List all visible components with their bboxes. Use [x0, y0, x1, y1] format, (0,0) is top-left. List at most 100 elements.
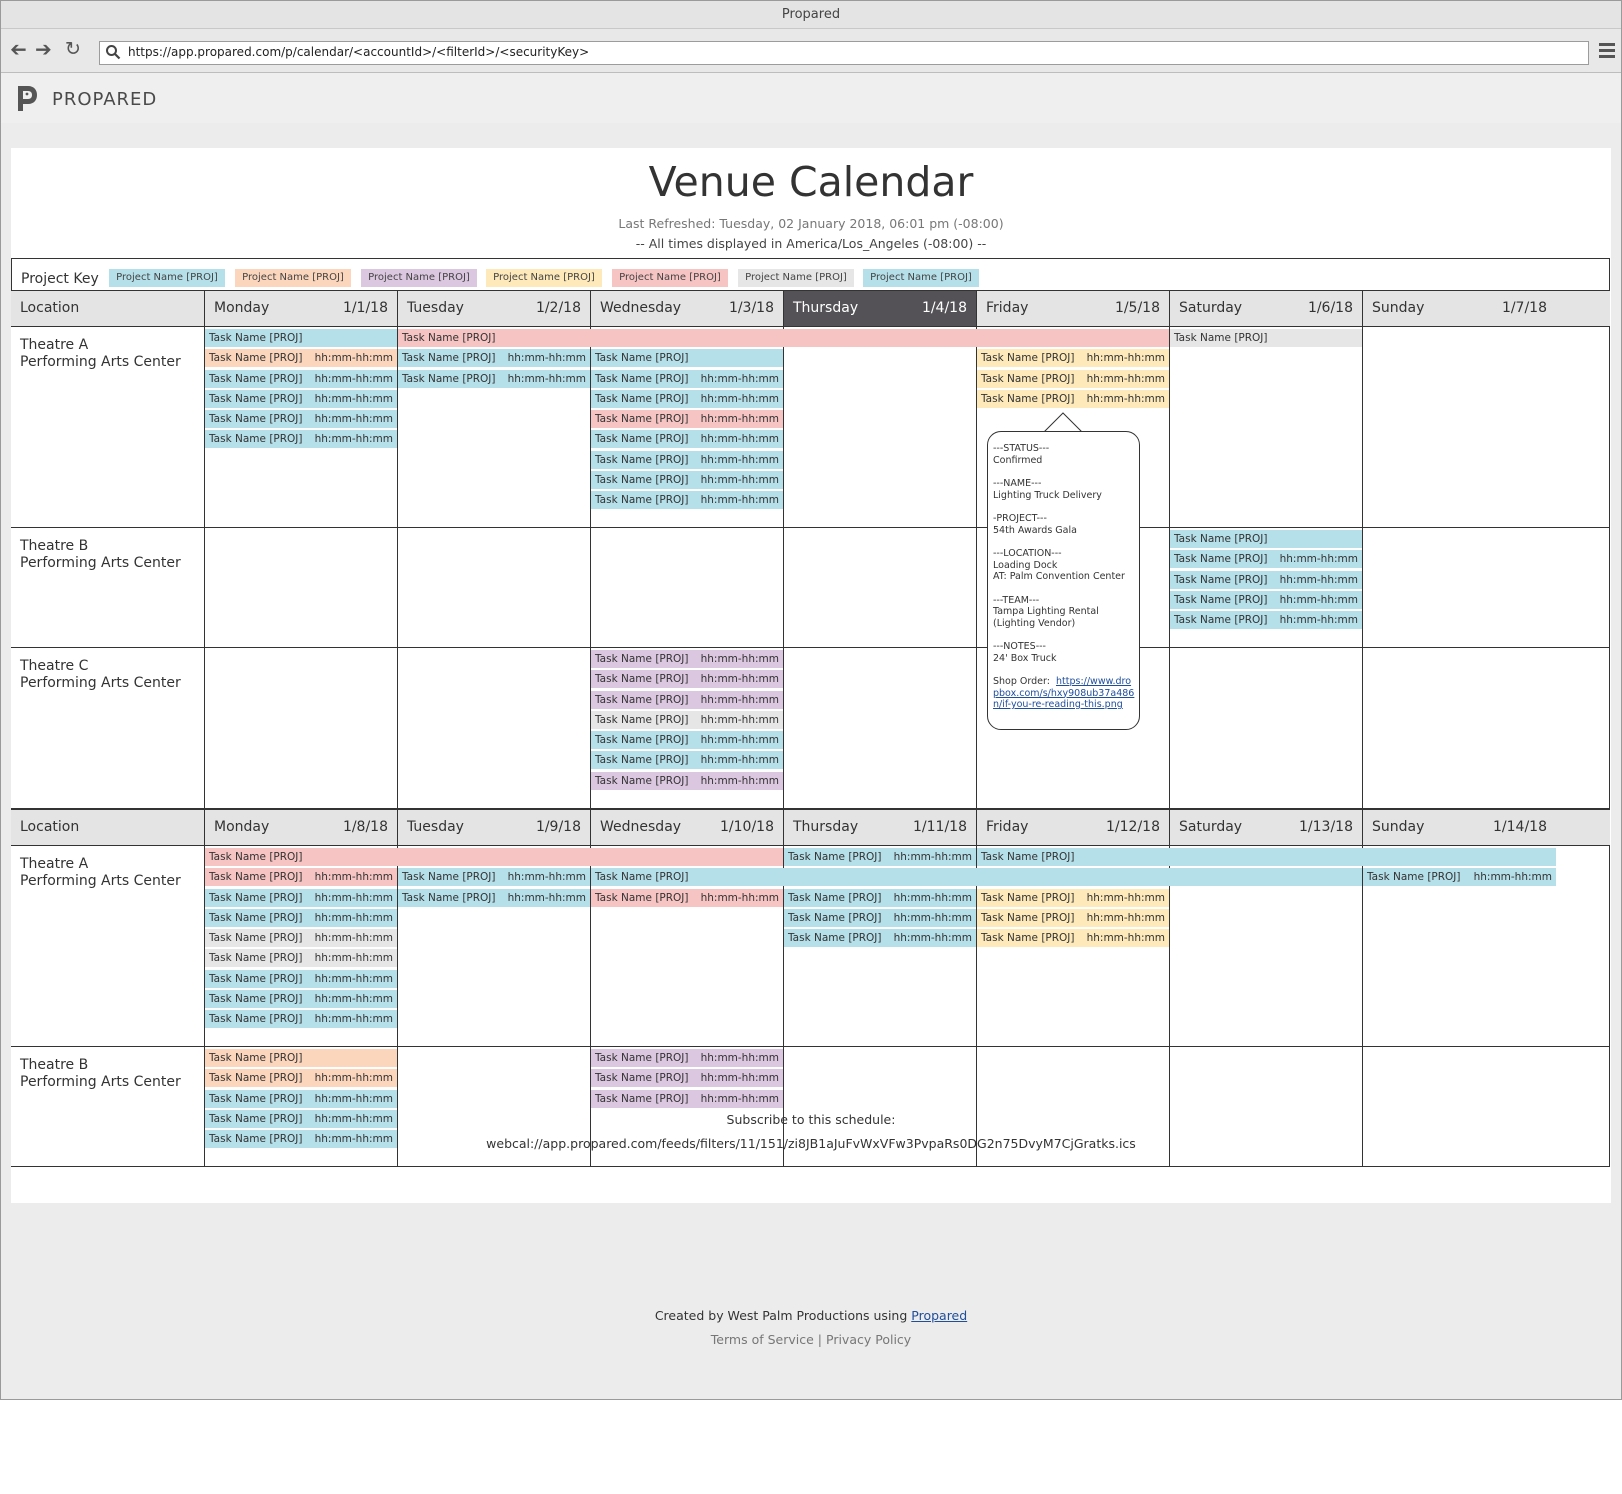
task-block[interactable]: Task Name [PROJ] hh:mm-hh:mm: [591, 751, 783, 769]
propared-logo-icon[interactable]: [15, 83, 39, 113]
task-block[interactable]: Task Name [PROJ] hh:mm-hh:mm: [205, 990, 397, 1008]
task-block[interactable]: Task Name [PROJ]: [205, 1049, 397, 1067]
task-block[interactable]: Task Name [PROJ] hh:mm-hh:mm: [591, 370, 783, 388]
task-block[interactable]: Task Name [PROJ] hh:mm-hh:mm: [205, 1069, 397, 1087]
task-name: Task Name [PROJ]: [595, 653, 689, 665]
task-block[interactable]: Task Name [PROJ] hh:mm-hh:mm: [205, 1010, 397, 1028]
footer-propared-link[interactable]: Propared: [911, 1308, 967, 1323]
task-block[interactable]: Task Name [PROJ] hh:mm-hh:mm: [398, 889, 590, 907]
last-refreshed: Last Refreshed: Tuesday, 02 January 2018…: [618, 216, 1004, 231]
venue-row: Theatre B Performing Arts Center Task Name…: [11, 528, 1610, 648]
task-block[interactable]: Task Name [PROJ] hh:mm-hh:mm: [784, 909, 976, 927]
task-name: Task Name [PROJ]: [595, 714, 689, 726]
venue-label[interactable]: Theatre B Performing Arts Center: [20, 1057, 181, 1091]
task-block[interactable]: Task Name [PROJ] hh:mm-hh:mm: [591, 430, 783, 448]
project-key-chip[interactable]: Project Name [PROJ]: [486, 269, 602, 287]
task-block[interactable]: Task Name [PROJ] hh:mm-hh:mm: [591, 650, 783, 668]
venue-label[interactable]: Theatre C Performing Arts Center: [20, 658, 181, 692]
task-block[interactable]: Task Name [PROJ] hh:mm-hh:mm: [591, 491, 783, 509]
week-header: Location Monday 1/8/18 Tuesday 1/9/18 Wednesd…: [11, 809, 1610, 846]
address-bar[interactable]: https://app.propared.com/p/calendar/<acc…: [99, 41, 1589, 65]
task-name: Task Name [PROJ]: [595, 754, 689, 766]
task-block[interactable]: Task Name [PROJ]: [591, 349, 783, 367]
task-block[interactable]: Task Name [PROJ]: [398, 329, 1169, 347]
task-block[interactable]: Task Name [PROJ] hh:mm-hh:mm: [1170, 591, 1362, 609]
reload-icon[interactable]: ↻: [65, 39, 81, 59]
task-block[interactable]: Task Name [PROJ] hh:mm-hh:mm: [784, 889, 976, 907]
task-block[interactable]: Task Name [PROJ] hh:mm-hh:mm: [205, 1090, 397, 1108]
project-key-chip[interactable]: Project Name [PROJ]: [863, 269, 979, 287]
venue-place: Performing Arts Center: [20, 675, 181, 691]
task-block[interactable]: Task Name [PROJ] hh:mm-hh:mm: [977, 889, 1169, 907]
back-arrow-icon[interactable]: ➔: [10, 37, 27, 61]
task-block[interactable]: Task Name [PROJ] hh:mm-hh:mm: [205, 909, 397, 927]
project-key-chip[interactable]: Project Name [PROJ]: [612, 269, 728, 287]
task-block[interactable]: Task Name [PROJ] hh:mm-hh:mm: [205, 430, 397, 448]
task-block[interactable]: Task Name [PROJ] hh:mm-hh:mm: [591, 691, 783, 709]
task-block[interactable]: Task Name [PROJ]: [205, 848, 783, 866]
popup-team-heading: ---TEAM---: [993, 594, 1040, 606]
task-block[interactable]: Task Name [PROJ]: [1170, 329, 1362, 347]
project-key-chip[interactable]: Project Name [PROJ]: [738, 269, 854, 287]
task-block[interactable]: Task Name [PROJ] hh:mm-hh:mm: [205, 410, 397, 428]
task-block[interactable]: Task Name [PROJ] hh:mm-hh:mm: [398, 370, 590, 388]
venue-label[interactable]: Theatre A Performing Arts Center: [20, 856, 181, 890]
task-block[interactable]: Task Name [PROJ] hh:mm-hh:mm: [591, 670, 783, 688]
venue-label[interactable]: Theatre A Performing Arts Center: [20, 337, 181, 371]
task-block[interactable]: Task Name [PROJ] hh:mm-hh:mm: [591, 711, 783, 729]
project-key-chip[interactable]: Project Name [PROJ]: [361, 269, 477, 287]
popup-name-heading: ---NAME---: [993, 478, 1042, 489]
task-block[interactable]: Task Name [PROJ] hh:mm-hh:mm: [591, 772, 783, 790]
task-block[interactable]: Task Name [PROJ] hh:mm-hh:mm: [205, 868, 397, 886]
task-name: Task Name [PROJ]: [209, 973, 303, 985]
terms-link[interactable]: Terms of Service: [711, 1332, 814, 1347]
task-block[interactable]: Task Name [PROJ] hh:mm-hh:mm: [977, 909, 1169, 927]
footer-credit: Created by West Palm Productions using P…: [1, 1308, 1621, 1323]
task-block[interactable]: Task Name [PROJ] hh:mm-hh:mm: [398, 868, 590, 886]
task-block[interactable]: Task Name [PROJ] hh:mm-hh:mm: [205, 970, 397, 988]
task-block[interactable]: Task Name [PROJ]: [977, 848, 1556, 866]
task-block[interactable]: Task Name [PROJ] hh:mm-hh:mm: [205, 390, 397, 408]
task-block[interactable]: Task Name [PROJ] hh:mm-hh:mm: [398, 349, 590, 367]
task-block[interactable]: Task Name [PROJ] hh:mm-hh:mm: [205, 929, 397, 947]
task-block[interactable]: Task Name [PROJ] hh:mm-hh:mm: [977, 349, 1169, 367]
privacy-link[interactable]: Privacy Policy: [826, 1332, 911, 1347]
task-block[interactable]: Task Name [PROJ] hh:mm-hh:mm: [591, 1069, 783, 1087]
task-block[interactable]: Task Name [PROJ] hh:mm-hh:mm: [591, 1049, 783, 1067]
venue-label[interactable]: Theatre B Performing Arts Center: [20, 538, 181, 572]
project-key-chip[interactable]: Project Name [PROJ]: [235, 269, 351, 287]
column-divider: [1609, 528, 1610, 647]
task-block[interactable]: Task Name [PROJ] hh:mm-hh:mm: [1170, 571, 1362, 589]
day-name: Monday: [214, 819, 270, 835]
task-block[interactable]: Task Name [PROJ] hh:mm-hh:mm: [784, 929, 976, 947]
task-block[interactable]: Task Name [PROJ] hh:mm-hh:mm: [591, 390, 783, 408]
task-block[interactable]: Task Name [PROJ] hh:mm-hh:mm: [591, 889, 783, 907]
task-block[interactable]: Task Name [PROJ] hh:mm-hh:mm: [591, 471, 783, 489]
task-block[interactable]: Task Name [PROJ] hh:mm-hh:mm: [977, 390, 1169, 408]
task-block[interactable]: Task Name [PROJ]: [591, 868, 1362, 886]
column-divider: [976, 648, 977, 808]
task-time: hh:mm-hh:mm: [700, 433, 779, 445]
task-time: hh:mm-hh:mm: [314, 352, 393, 364]
task-block[interactable]: Task Name [PROJ] hh:mm-hh:mm: [591, 410, 783, 428]
forward-arrow-icon[interactable]: ➔: [35, 39, 52, 59]
task-block[interactable]: Task Name [PROJ] hh:mm-hh:mm: [205, 349, 397, 367]
subscribe-url[interactable]: webcal://app.propared.com/feeds/filters/…: [11, 1136, 1611, 1151]
task-name: Task Name [PROJ]: [209, 851, 303, 863]
task-block[interactable]: Task Name [PROJ] hh:mm-hh:mm: [1170, 550, 1362, 568]
task-block[interactable]: Task Name [PROJ] hh:mm-hh:mm: [977, 929, 1169, 947]
task-block[interactable]: Task Name [PROJ] hh:mm-hh:mm: [591, 451, 783, 469]
task-block[interactable]: Task Name [PROJ]: [205, 329, 397, 347]
task-block[interactable]: Task Name [PROJ] hh:mm-hh:mm: [205, 949, 397, 967]
hamburger-menu-icon[interactable]: [1599, 43, 1615, 61]
task-block[interactable]: Task Name [PROJ] hh:mm-hh:mm: [205, 889, 397, 907]
task-block[interactable]: Task Name [PROJ] hh:mm-hh:mm: [591, 1090, 783, 1108]
task-block[interactable]: Task Name [PROJ]: [1170, 530, 1362, 548]
task-block[interactable]: Task Name [PROJ] hh:mm-hh:mm: [1170, 611, 1362, 629]
task-block[interactable]: Task Name [PROJ] hh:mm-hh:mm: [591, 731, 783, 749]
task-block[interactable]: Task Name [PROJ] hh:mm-hh:mm: [784, 848, 976, 866]
task-block[interactable]: Task Name [PROJ] hh:mm-hh:mm: [205, 370, 397, 388]
project-key-chip[interactable]: Project Name [PROJ]: [109, 269, 225, 287]
task-block[interactable]: Task Name [PROJ] hh:mm-hh:mm: [1363, 868, 1556, 886]
task-block[interactable]: Task Name [PROJ] hh:mm-hh:mm: [977, 370, 1169, 388]
